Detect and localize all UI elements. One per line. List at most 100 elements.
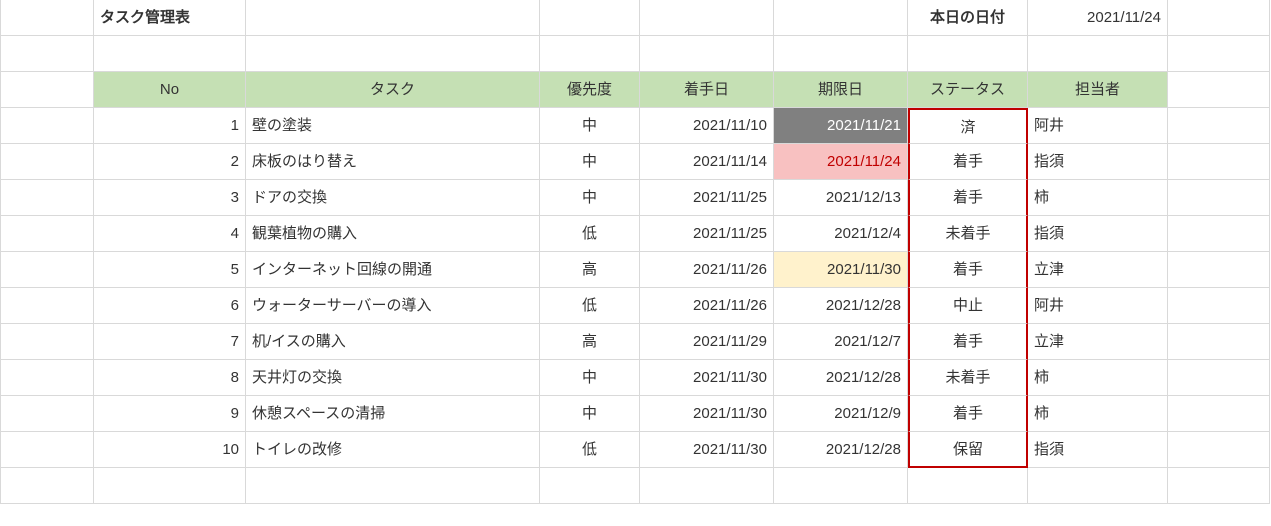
- cell-no: 9: [94, 396, 246, 432]
- cell-no: 10: [94, 432, 246, 468]
- col-header-status: ステータス: [908, 72, 1028, 108]
- grid-cell: [1168, 108, 1270, 144]
- cell-priority: 低: [540, 216, 640, 252]
- cell-start: 2021/11/25: [640, 216, 774, 252]
- cell-start: 2021/11/25: [640, 180, 774, 216]
- grid-cell: [1168, 288, 1270, 324]
- cell-assignee: 柿: [1028, 396, 1168, 432]
- grid-cell: [0, 108, 94, 144]
- grid-cell: [0, 72, 94, 108]
- grid-cell: [0, 36, 94, 72]
- page-title: タスク管理表: [94, 0, 246, 36]
- grid-cell: [0, 216, 94, 252]
- cell-start: 2021/11/14: [640, 144, 774, 180]
- grid-cell: [1168, 0, 1270, 36]
- today-label: 本日の日付: [908, 0, 1028, 36]
- col-header-due: 期限日: [774, 72, 908, 108]
- grid-cell: [246, 0, 540, 36]
- cell-priority: 低: [540, 432, 640, 468]
- cell-assignee: 立津: [1028, 324, 1168, 360]
- grid-cell: [1168, 468, 1270, 504]
- grid-cell: [0, 144, 94, 180]
- cell-priority: 高: [540, 252, 640, 288]
- grid-cell: [0, 180, 94, 216]
- grid-cell: [1168, 432, 1270, 468]
- grid-cell: [774, 0, 908, 36]
- grid-cell: [0, 396, 94, 432]
- cell-due: 2021/12/9: [774, 396, 908, 432]
- grid-cell: [1168, 360, 1270, 396]
- grid-cell: [1168, 36, 1270, 72]
- cell-priority: 中: [540, 396, 640, 432]
- cell-status: 着手: [908, 324, 1028, 360]
- grid-cell: [1168, 216, 1270, 252]
- grid-cell: [94, 468, 246, 504]
- grid-cell: [246, 468, 540, 504]
- cell-task: トイレの改修: [246, 432, 540, 468]
- cell-priority: 中: [540, 360, 640, 396]
- cell-task: ウォーターサーバーの導入: [246, 288, 540, 324]
- grid-cell: [1168, 324, 1270, 360]
- cell-start: 2021/11/29: [640, 324, 774, 360]
- cell-priority: 高: [540, 324, 640, 360]
- grid-cell: [0, 252, 94, 288]
- cell-assignee: 阿井: [1028, 108, 1168, 144]
- grid-cell: [540, 0, 640, 36]
- cell-due: 2021/11/30: [774, 252, 908, 288]
- grid-cell: [1168, 396, 1270, 432]
- cell-status: 着手: [908, 252, 1028, 288]
- grid-cell: [540, 468, 640, 504]
- grid-cell: [774, 468, 908, 504]
- grid-cell: [1168, 180, 1270, 216]
- grid-cell: [0, 288, 94, 324]
- cell-status: 着手: [908, 180, 1028, 216]
- cell-status: 中止: [908, 288, 1028, 324]
- cell-no: 6: [94, 288, 246, 324]
- cell-due: 2021/12/28: [774, 360, 908, 396]
- cell-priority: 低: [540, 288, 640, 324]
- cell-task: 床板のはり替え: [246, 144, 540, 180]
- grid-cell: [540, 36, 640, 72]
- grid-cell: [1168, 252, 1270, 288]
- cell-due: 2021/12/13: [774, 180, 908, 216]
- cell-due: 2021/11/21: [774, 108, 908, 144]
- grid-cell: [640, 0, 774, 36]
- grid-cell: [1028, 36, 1168, 72]
- grid-cell: [1028, 468, 1168, 504]
- cell-due: 2021/12/28: [774, 432, 908, 468]
- cell-status: 保留: [908, 432, 1028, 468]
- cell-status: 着手: [908, 396, 1028, 432]
- today-value: 2021/11/24: [1028, 0, 1168, 36]
- grid-cell: [1168, 72, 1270, 108]
- col-header-priority: 優先度: [540, 72, 640, 108]
- grid-cell: [640, 36, 774, 72]
- cell-assignee: 指須: [1028, 216, 1168, 252]
- cell-start: 2021/11/26: [640, 252, 774, 288]
- grid-cell: [0, 360, 94, 396]
- grid-cell: [1168, 144, 1270, 180]
- grid-cell: [640, 468, 774, 504]
- cell-no: 7: [94, 324, 246, 360]
- cell-start: 2021/11/10: [640, 108, 774, 144]
- cell-assignee: 指須: [1028, 432, 1168, 468]
- cell-start: 2021/11/30: [640, 432, 774, 468]
- cell-task: インターネット回線の開通: [246, 252, 540, 288]
- cell-no: 4: [94, 216, 246, 252]
- cell-due: 2021/12/28: [774, 288, 908, 324]
- cell-no: 2: [94, 144, 246, 180]
- cell-status: 着手: [908, 144, 1028, 180]
- cell-task: ドアの交換: [246, 180, 540, 216]
- cell-due: 2021/12/7: [774, 324, 908, 360]
- cell-no: 1: [94, 108, 246, 144]
- grid-cell: [246, 36, 540, 72]
- cell-priority: 中: [540, 144, 640, 180]
- cell-no: 5: [94, 252, 246, 288]
- cell-assignee: 柿: [1028, 360, 1168, 396]
- cell-due: 2021/12/4: [774, 216, 908, 252]
- cell-start: 2021/11/30: [640, 396, 774, 432]
- col-header-assignee: 担当者: [1028, 72, 1168, 108]
- col-header-start: 着手日: [640, 72, 774, 108]
- cell-task: 休憩スペースの清掃: [246, 396, 540, 432]
- cell-no: 8: [94, 360, 246, 396]
- cell-task: 天井灯の交換: [246, 360, 540, 396]
